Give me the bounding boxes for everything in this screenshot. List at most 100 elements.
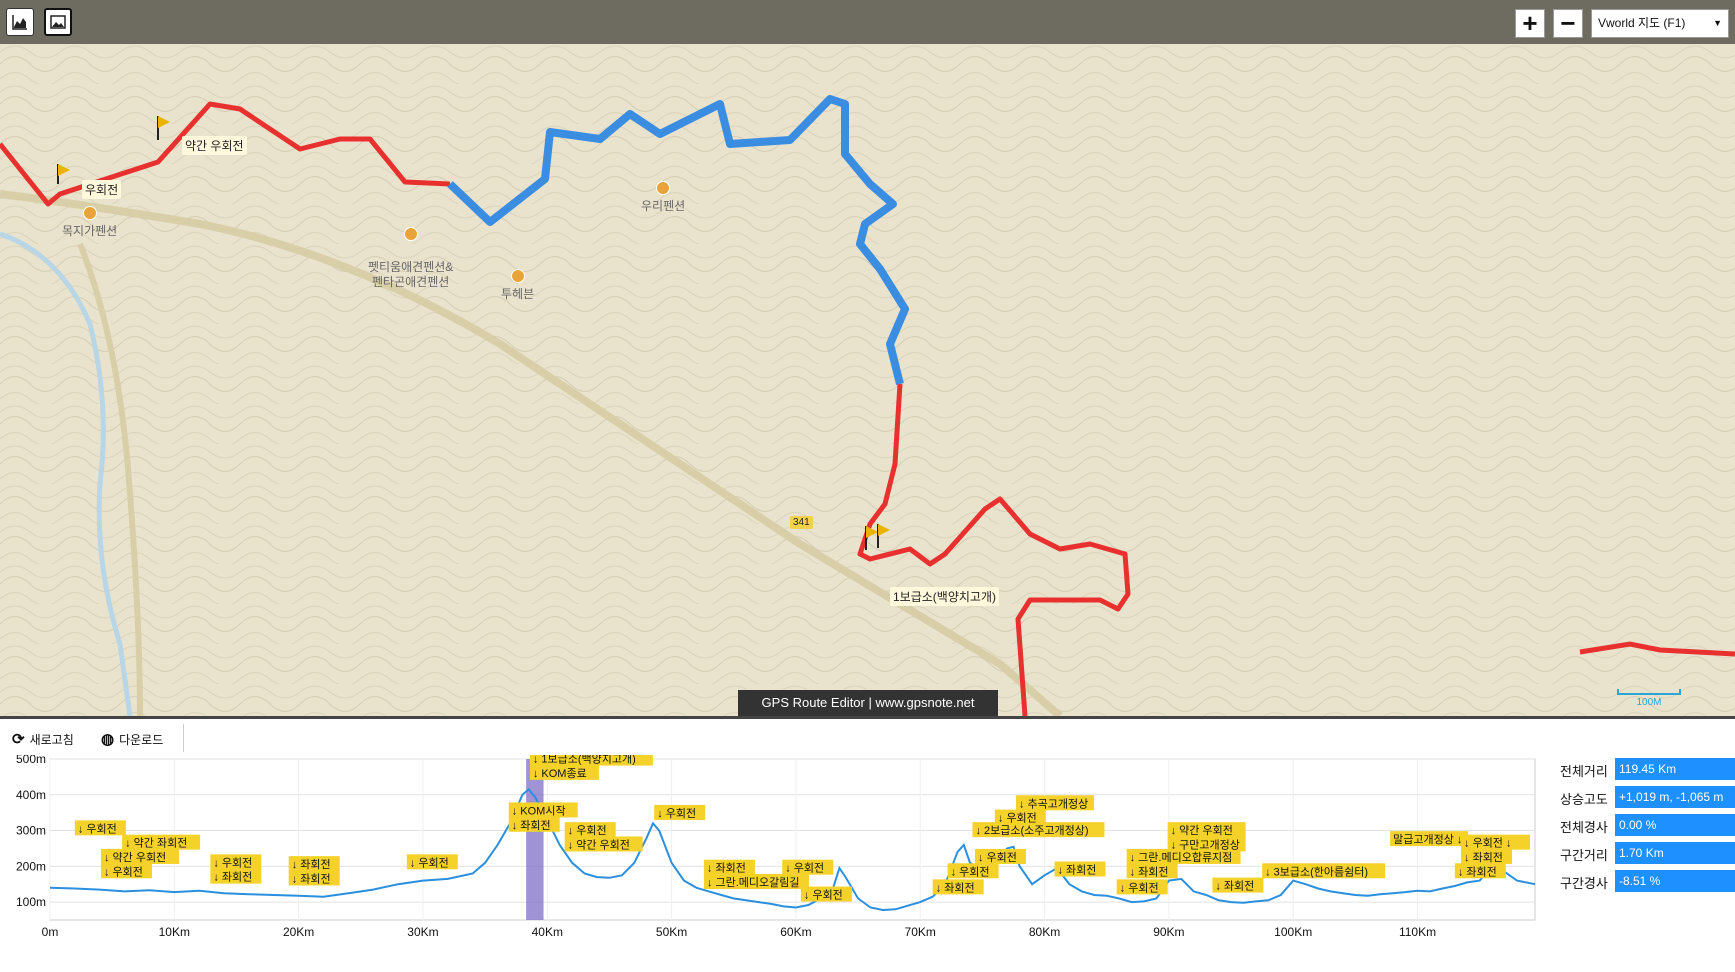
- cue-label[interactable]: ↓ 좌회전: [288, 870, 340, 886]
- map-canvas[interactable]: 목지가펜션 펫티움애견펜션& 펜타곤애견펜션 투헤븐 우리펜션 약간 우회전 우…: [0, 44, 1735, 716]
- cue-label[interactable]: ↓ 약간 우회전: [100, 848, 179, 864]
- waypoint-label[interactable]: 우회전: [82, 180, 122, 199]
- cue-label-text: ↓ 우회전: [978, 851, 1017, 864]
- cue-label[interactable]: ↓ 우회전: [994, 809, 1046, 825]
- y-tick-label: 500m: [16, 755, 46, 766]
- profile-toolbar: ⟳ 새로고침 ◍ 다운로드: [0, 720, 190, 758]
- stat-value: +1,019 m, -1,065 m: [1615, 786, 1735, 808]
- cue-label[interactable]: ↓ 우회전: [800, 886, 852, 902]
- cue-label[interactable]: ↓ 좌회전: [1054, 861, 1106, 877]
- cue-label-text: ↓ 약간 우회전: [104, 850, 166, 864]
- poi-pension[interactable]: 투헤븐: [501, 269, 534, 302]
- cue-label[interactable]: ↓ KOM종료: [529, 764, 599, 780]
- cue-label-text: ↓ 약간 우회전: [568, 837, 630, 851]
- y-tick-label: 100m: [16, 895, 46, 909]
- poi-label: 목지가펜션: [62, 224, 118, 238]
- cue-label-text: ↓ 좌회전: [292, 858, 331, 871]
- poi-label: 우리펜션: [641, 199, 686, 213]
- elevation-profile-chart[interactable]: 500m 400m 300m 200m 100m 0m 10Km 20Km 30Km 40Km 50…: [0, 755, 1540, 972]
- cue-label-text: ↓ 우회전: [951, 865, 990, 878]
- cue-label[interactable]: ↓ 추곡고개정상: [1015, 795, 1094, 811]
- cue-label-text: ↓ 좌회전: [292, 872, 331, 885]
- cue-label-text: ↓ 1보급소(백양치고개): [533, 755, 636, 766]
- cue-label[interactable]: ↓ 우회전: [100, 863, 152, 879]
- cue-label[interactable]: ↓ 우회전: [654, 804, 706, 820]
- x-tick-label: 70Km: [905, 925, 936, 939]
- cue-label-text: ↓ 좌회전: [707, 862, 746, 875]
- poi-pension[interactable]: 목지가펜션: [62, 206, 117, 239]
- y-tick-label: 300m: [16, 824, 46, 838]
- download-label: 다운로드: [119, 732, 164, 747]
- zoom-out-button[interactable]: −: [1553, 9, 1583, 38]
- cue-label[interactable]: ↓ 우회전: [782, 859, 834, 875]
- cue-label-text: ↓ 우회전: [1120, 881, 1159, 894]
- cue-label-text: ↓ 약간 좌회전: [125, 836, 187, 850]
- cue-label[interactable]: ↓ 우회전: [974, 848, 1026, 864]
- cue-label[interactable]: ↓ 우회전: [564, 822, 616, 838]
- cue-label[interactable]: ↓ 우회전 ↓: [1461, 834, 1531, 850]
- refresh-icon: ⟳: [12, 731, 25, 748]
- download-button[interactable]: ◍ 다운로드: [101, 730, 163, 748]
- cue-label[interactable]: ↓ 좌회전: [288, 856, 340, 872]
- stat-label: 구간경사: [1560, 876, 1608, 891]
- cue-label-text: ↓ 좌회전: [1464, 851, 1503, 864]
- cue-label[interactable]: ↓ 좌회전: [1212, 877, 1264, 893]
- cue-label-text: ↓ 구만고개정상: [1171, 838, 1240, 851]
- cue-label-text: ↓ 우회전: [104, 865, 143, 878]
- x-tick-label: 10Km: [159, 925, 190, 939]
- poi-pension[interactable]: 우리펜션: [641, 181, 685, 214]
- cue-label[interactable]: ↓ 좌회전: [703, 859, 755, 875]
- cue-label[interactable]: ↓ 약간 우회전: [1167, 822, 1246, 838]
- stat-segment-distance: 구간거리 1.70 Km: [1540, 842, 1735, 864]
- stat-label: 전체거리: [1560, 764, 1608, 779]
- cue-label[interactable]: ↓ 좌회전: [1126, 863, 1178, 879]
- stat-label: 상승고도: [1560, 792, 1608, 807]
- cue-label[interactable]: ↓ 3보급소(한아름쉼터): [1262, 863, 1386, 879]
- map-scale: 100M: [1617, 689, 1681, 708]
- cue-label[interactable]: 말급고개정상 ↓: [1390, 831, 1469, 847]
- cue-label[interactable]: ↓ 우회전: [1116, 879, 1168, 895]
- stat-value: -8.51 %: [1615, 870, 1735, 892]
- cue-label[interactable]: ↓ 좌회전: [1454, 863, 1506, 879]
- cue-label[interactable]: ↓ 우회전: [947, 863, 999, 879]
- refresh-button[interactable]: ⟳ 새로고침: [12, 730, 74, 748]
- cue-label-text: ↓ 우회전: [804, 889, 843, 902]
- poi-label: 투헤븐: [501, 287, 535, 301]
- map-type-select[interactable]: Vworld 지도 (F1) ▼: [1591, 9, 1729, 38]
- waypoint-label[interactable]: 약간 우회전: [182, 136, 247, 155]
- x-tick-label: 40Km: [532, 925, 563, 939]
- poi-pension[interactable]: 펫티움애견펜션& 펜타곤애견펜션: [368, 212, 453, 290]
- cue-label[interactable]: ↓ 약간 좌회전: [122, 834, 201, 850]
- lodging-icon: [82, 206, 97, 220]
- chart-toggle-button[interactable]: [6, 8, 34, 36]
- cue-label-text: ↓ 우회전: [410, 856, 449, 869]
- cue-label-text: ↓ 우회전: [213, 856, 252, 869]
- cue-label[interactable]: ↓ 좌회전: [1461, 848, 1513, 864]
- cue-label[interactable]: ↓ 우회전: [210, 854, 262, 870]
- cue-label[interactable]: ↓ 그란.메디오갈림길: [703, 874, 809, 890]
- cue-label[interactable]: ↓ 구만고개정상: [1167, 836, 1246, 852]
- cue-label-text: ↓ 좌회전: [213, 871, 252, 884]
- cue-label-text: ↓ 좌회전: [1130, 865, 1169, 878]
- stat-label: 구간거리: [1560, 848, 1608, 863]
- x-tick-label: 20Km: [283, 925, 314, 939]
- cue-label[interactable]: ↓ 우회전: [74, 820, 126, 836]
- cue-label[interactable]: ↓ 좌회전: [932, 879, 984, 895]
- y-tick-label: 400m: [16, 788, 46, 802]
- cue-label[interactable]: ↓ 1보급소(백양치고개): [529, 755, 653, 766]
- cue-label[interactable]: ↓ 약간 우회전: [564, 836, 643, 852]
- cue-label[interactable]: ↓ 좌회전: [508, 816, 560, 832]
- image-icon: [50, 15, 66, 29]
- panel-divider[interactable]: [0, 716, 1735, 719]
- cue-label[interactable]: ↓ 우회전: [406, 854, 458, 870]
- cue-label-text: ↓ 그란.메디오갈림길: [707, 875, 800, 889]
- zoom-in-button[interactable]: +: [1515, 9, 1545, 38]
- cue-label[interactable]: ↓ 좌회전: [210, 868, 262, 884]
- image-toggle-button[interactable]: [44, 8, 72, 36]
- cue-label-text: ↓ 우회전: [568, 824, 607, 837]
- cue-label[interactable]: ↓ KOM시작: [508, 802, 578, 818]
- x-tick-label: 80Km: [1029, 925, 1060, 939]
- waypoint-label[interactable]: 1보급소(백양치고개): [890, 587, 999, 606]
- cue-label-text: ↓ 좌회전: [1215, 880, 1254, 893]
- cue-label-text: ↓ 우회전: [657, 807, 696, 820]
